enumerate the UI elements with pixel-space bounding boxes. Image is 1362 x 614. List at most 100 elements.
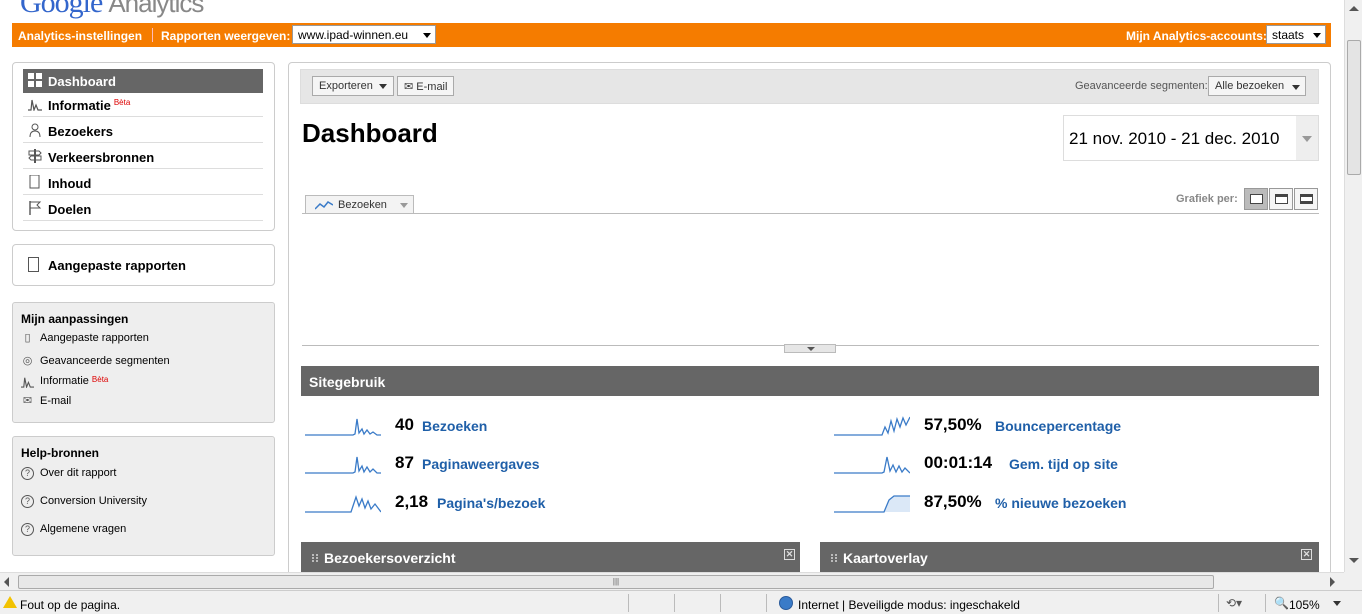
- main-nav: Dashboard Informatie Bèta Bezoekers Verke…: [12, 62, 275, 231]
- metric-value: 40: [395, 415, 414, 434]
- metric-value: 87,50%: [924, 492, 982, 511]
- page-error-text[interactable]: Fout op de pagina.: [20, 598, 120, 612]
- browser-viewport: Google Analytics Analytics-instellingen R…: [0, 0, 1344, 572]
- logo-suffix: Analytics: [108, 0, 204, 18]
- visits-sparkline: [305, 418, 381, 436]
- segments-value: Alle bezoeken: [1215, 80, 1285, 92]
- beta-badge: Bèta: [113, 98, 131, 107]
- horizontal-scrollbar[interactable]: |||: [0, 572, 1344, 590]
- graph-by-month-button[interactable]: [1294, 188, 1318, 210]
- nav-label-text: Informatie: [48, 98, 111, 113]
- protected-mode-icon[interactable]: ⟲▾: [1226, 596, 1242, 610]
- email-button[interactable]: ✉ E-mail: [397, 76, 455, 96]
- separator: [628, 594, 629, 612]
- help-icon: ?: [21, 467, 34, 480]
- link-label: Aangepaste rapporten: [40, 332, 149, 344]
- date-range-picker[interactable]: 21 nov. 2010 - 21 dec. 2010: [1063, 115, 1319, 161]
- segments-select[interactable]: Alle bezoeken: [1208, 76, 1306, 96]
- export-button[interactable]: Exporteren: [312, 76, 394, 96]
- nav-label: Bezoekers: [48, 124, 114, 139]
- separator: [766, 594, 767, 612]
- custom-reports-link[interactable]: Aangepaste rapporten: [48, 258, 186, 273]
- scroll-thumb[interactable]: [1347, 40, 1361, 175]
- scroll-down-icon[interactable]: [1349, 558, 1359, 563]
- chart-top-rule: [302, 213, 1319, 214]
- report-icon: ▯: [24, 332, 31, 344]
- chevron-down-icon: [1302, 136, 1312, 142]
- internet-zone-icon: [779, 596, 793, 610]
- google-analytics-logo[interactable]: Google Analytics: [20, 0, 204, 20]
- accounts-label: Mijn Analytics-accounts:: [1126, 29, 1267, 43]
- chart-resize-handle[interactable]: [784, 344, 836, 353]
- analytics-settings-link[interactable]: Analytics-instellingen: [18, 29, 142, 43]
- nav-item-bezoekers[interactable]: Bezoekers: [23, 119, 263, 143]
- pages-per-visit-sparkline: [305, 494, 381, 513]
- nav-item-doelen[interactable]: Doelen: [23, 197, 263, 221]
- link-label: Informatie Bèta: [40, 375, 108, 387]
- new-visits-sparkline: [834, 495, 910, 513]
- metric-link[interactable]: % nieuwe bezoeken: [995, 495, 1126, 511]
- site-usage-title: Sitegebruik: [309, 374, 386, 390]
- metric-pages-per-visit: 2,18 Pagina's/bezoek: [305, 490, 705, 516]
- metric-new-visits: 87,50% % nieuwe bezoeken: [834, 490, 1314, 516]
- drag-handle-icon[interactable]: [312, 554, 318, 562]
- graph-by-week-button[interactable]: [1269, 188, 1293, 210]
- close-icon[interactable]: ✕: [784, 549, 795, 560]
- map-overlay-header[interactable]: Kaartoverlay ✕: [820, 542, 1319, 572]
- nav-label: Verkeersbronnen: [48, 150, 155, 165]
- metric-link[interactable]: Paginaweergaves: [422, 456, 540, 472]
- pageviews-sparkline: [305, 456, 381, 474]
- spark-icon: [28, 99, 42, 111]
- date-range-dropdown[interactable]: [1296, 116, 1318, 160]
- status-bar: Fout op de pagina. Internet | Beveiligde…: [0, 590, 1362, 614]
- visitors-overview-header[interactable]: Bezoekersoverzicht ✕: [301, 542, 800, 572]
- chart-metric-tab[interactable]: Bezoeken: [305, 195, 414, 214]
- scroll-left-icon[interactable]: [4, 577, 9, 587]
- metric-link[interactable]: Gem. tijd op site: [1009, 456, 1118, 472]
- beta-badge: Bèta: [91, 375, 109, 384]
- zoom-level[interactable]: 105%: [1289, 598, 1320, 612]
- chevron-down-icon: [423, 33, 431, 38]
- chevron-down-icon[interactable]: [1333, 601, 1341, 606]
- logo-text: Google: [20, 0, 103, 19]
- drag-handle-icon[interactable]: [831, 554, 837, 562]
- warning-icon[interactable]: [3, 596, 17, 608]
- close-icon[interactable]: ✕: [1301, 549, 1312, 560]
- scroll-right-icon[interactable]: [1330, 577, 1335, 587]
- site-select[interactable]: www.ipad-winnen.eu: [292, 25, 436, 44]
- metric-link[interactable]: Bouncepercentage: [995, 418, 1121, 434]
- link-label: Geavanceerde segmenten: [40, 355, 170, 367]
- metric-value: 87: [395, 453, 414, 472]
- security-zone-text[interactable]: Internet | Beveiligde modus: ingeschakel…: [798, 598, 1020, 612]
- link-label-text: Informatie: [40, 375, 89, 387]
- line-chart-icon: [315, 201, 333, 210]
- metric-bounce: 57,50% Bouncepercentage: [834, 413, 1314, 439]
- graph-by-day-button[interactable]: [1244, 188, 1268, 210]
- custom-reports-box[interactable]: Aangepaste rapporten: [12, 244, 275, 286]
- nav-item-dashboard[interactable]: Dashboard: [23, 69, 263, 93]
- envelope-icon: ✉: [404, 81, 417, 93]
- nav-item-informatie[interactable]: Informatie Bèta: [23, 93, 263, 117]
- help-icon: ?: [21, 495, 34, 508]
- scroll-up-icon[interactable]: [1349, 6, 1359, 11]
- metric-link[interactable]: Pagina's/bezoek: [437, 495, 545, 511]
- site-select-value: www.ipad-winnen.eu: [298, 28, 409, 42]
- metric-link[interactable]: Bezoeken: [422, 418, 487, 434]
- envelope-icon: ✉: [22, 395, 33, 407]
- account-select[interactable]: staats: [1266, 25, 1326, 44]
- zoom-icon[interactable]: 🔍: [1274, 596, 1289, 610]
- email-label: E-mail: [416, 81, 448, 93]
- time-on-site-sparkline: [834, 456, 910, 474]
- scroll-thumb[interactable]: |||: [18, 575, 1214, 589]
- separator: [1265, 594, 1266, 612]
- vertical-scrollbar[interactable]: [1344, 0, 1362, 572]
- chevron-down-icon: [400, 203, 408, 208]
- account-select-value: staats: [1272, 28, 1305, 42]
- link-label: E-mail: [40, 395, 72, 407]
- reports-label: Rapporten weergeven:: [161, 29, 291, 43]
- chart-tab-label: Bezoeken: [338, 199, 387, 211]
- nav-item-inhoud[interactable]: Inhoud: [23, 171, 263, 195]
- spark-icon: [21, 377, 34, 388]
- signpost-icon: [28, 149, 42, 163]
- nav-item-verkeersbronnen[interactable]: Verkeersbronnen: [23, 145, 263, 169]
